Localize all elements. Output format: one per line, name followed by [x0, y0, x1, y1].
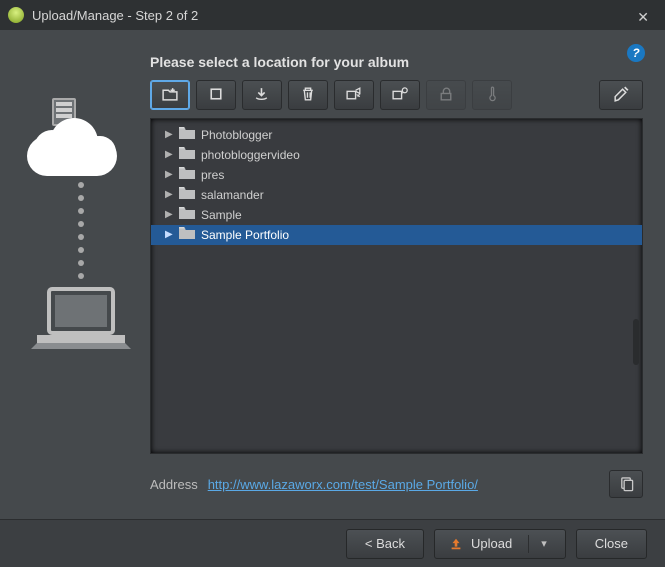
- tree-item[interactable]: ▶ Sample: [151, 205, 642, 225]
- share-out-icon: [345, 85, 363, 106]
- toolbar-download-button[interactable]: [242, 80, 282, 110]
- tree-item-label: Photoblogger: [201, 125, 272, 145]
- toolbar: [150, 80, 643, 110]
- cloud-sync-graphic: [22, 50, 140, 498]
- expand-arrow-icon: ▶: [165, 125, 175, 145]
- lock-icon: [437, 85, 455, 106]
- expand-arrow-icon: ▶: [165, 145, 175, 165]
- cloud-icon: [22, 116, 122, 176]
- laptop-icon: [31, 285, 131, 355]
- expand-arrow-icon: ▶: [165, 165, 175, 185]
- toolbar-stop-button[interactable]: [196, 80, 236, 110]
- download-icon: [253, 85, 271, 106]
- temperature-icon: [483, 85, 501, 106]
- share-in-icon: [391, 85, 409, 106]
- tree-item[interactable]: ▶ Photoblogger: [151, 125, 642, 145]
- upload-icon: [449, 537, 463, 551]
- close-button[interactable]: Close: [576, 529, 647, 559]
- tree-item[interactable]: ▶ pres: [151, 165, 642, 185]
- settings-icon: [612, 85, 630, 106]
- toolbar-temperature-button: [472, 80, 512, 110]
- footer: < Back Upload ▾ Close: [0, 519, 665, 567]
- toolbar-delete-button[interactable]: [288, 80, 328, 110]
- tree-item[interactable]: ▶ photobloggervideo: [151, 145, 642, 165]
- tree-item-label: pres: [201, 165, 224, 185]
- tree-item-label: salamander: [201, 185, 264, 205]
- folder-icon: [179, 205, 201, 225]
- close-icon[interactable]: ✕: [631, 7, 655, 28]
- tree-item-label: photobloggervideo: [201, 145, 300, 165]
- folder-icon: [179, 225, 201, 245]
- scrollbar-thumb[interactable]: [633, 319, 639, 365]
- transfer-dots: [78, 182, 84, 279]
- new-folder-icon: [161, 85, 179, 106]
- toolbar-new-folder-button[interactable]: [150, 80, 190, 110]
- tree-item[interactable]: ▶ Sample Portfolio: [151, 225, 642, 245]
- app-icon: [8, 7, 24, 23]
- folder-tree-panel: ▶ Photoblogger ▶ photobloggervideo ▶ pres ▶ sal…: [150, 118, 643, 454]
- back-button-label: < Back: [365, 536, 405, 551]
- folder-tree[interactable]: ▶ Photoblogger ▶ photobloggervideo ▶ pres ▶ sal…: [151, 119, 642, 453]
- stop-icon: [207, 85, 225, 106]
- folder-icon: [179, 165, 201, 185]
- help-button[interactable]: ?: [627, 44, 645, 62]
- tree-item[interactable]: ▶ salamander: [151, 185, 642, 205]
- back-button[interactable]: < Back: [346, 529, 424, 559]
- toolbar-share-out-button[interactable]: [334, 80, 374, 110]
- toolbar-share-in-button[interactable]: [380, 80, 420, 110]
- expand-arrow-icon: ▶: [165, 185, 175, 205]
- toolbar-settings-button[interactable]: [599, 80, 643, 110]
- toolbar-lock-button: [426, 80, 466, 110]
- folder-icon: [179, 125, 201, 145]
- titlebar: Upload/Manage - Step 2 of 2 ✕: [0, 0, 665, 30]
- tree-item-label: Sample: [201, 205, 242, 225]
- address-row: Address http://www.lazaworx.com/test/Sam…: [150, 470, 643, 498]
- address-label: Address: [150, 477, 198, 492]
- copy-url-button[interactable]: [609, 470, 643, 498]
- expand-arrow-icon: ▶: [165, 225, 175, 245]
- prompt-text: Please select a location for your album: [150, 54, 643, 70]
- chevron-down-icon: ▾: [541, 537, 547, 550]
- expand-arrow-icon: ▶: [165, 205, 175, 225]
- delete-icon: [299, 85, 317, 106]
- close-button-label: Close: [595, 536, 628, 551]
- upload-button-label: Upload: [471, 536, 512, 551]
- folder-icon: [179, 185, 201, 205]
- folder-icon: [179, 145, 201, 165]
- window-title: Upload/Manage - Step 2 of 2: [32, 8, 198, 23]
- content: ? Please select a location for your albu…: [0, 30, 665, 519]
- address-url[interactable]: http://www.lazaworx.com/test/Sample Port…: [208, 477, 478, 492]
- tree-item-label: Sample Portfolio: [201, 225, 289, 245]
- upload-button[interactable]: Upload ▾: [434, 529, 566, 559]
